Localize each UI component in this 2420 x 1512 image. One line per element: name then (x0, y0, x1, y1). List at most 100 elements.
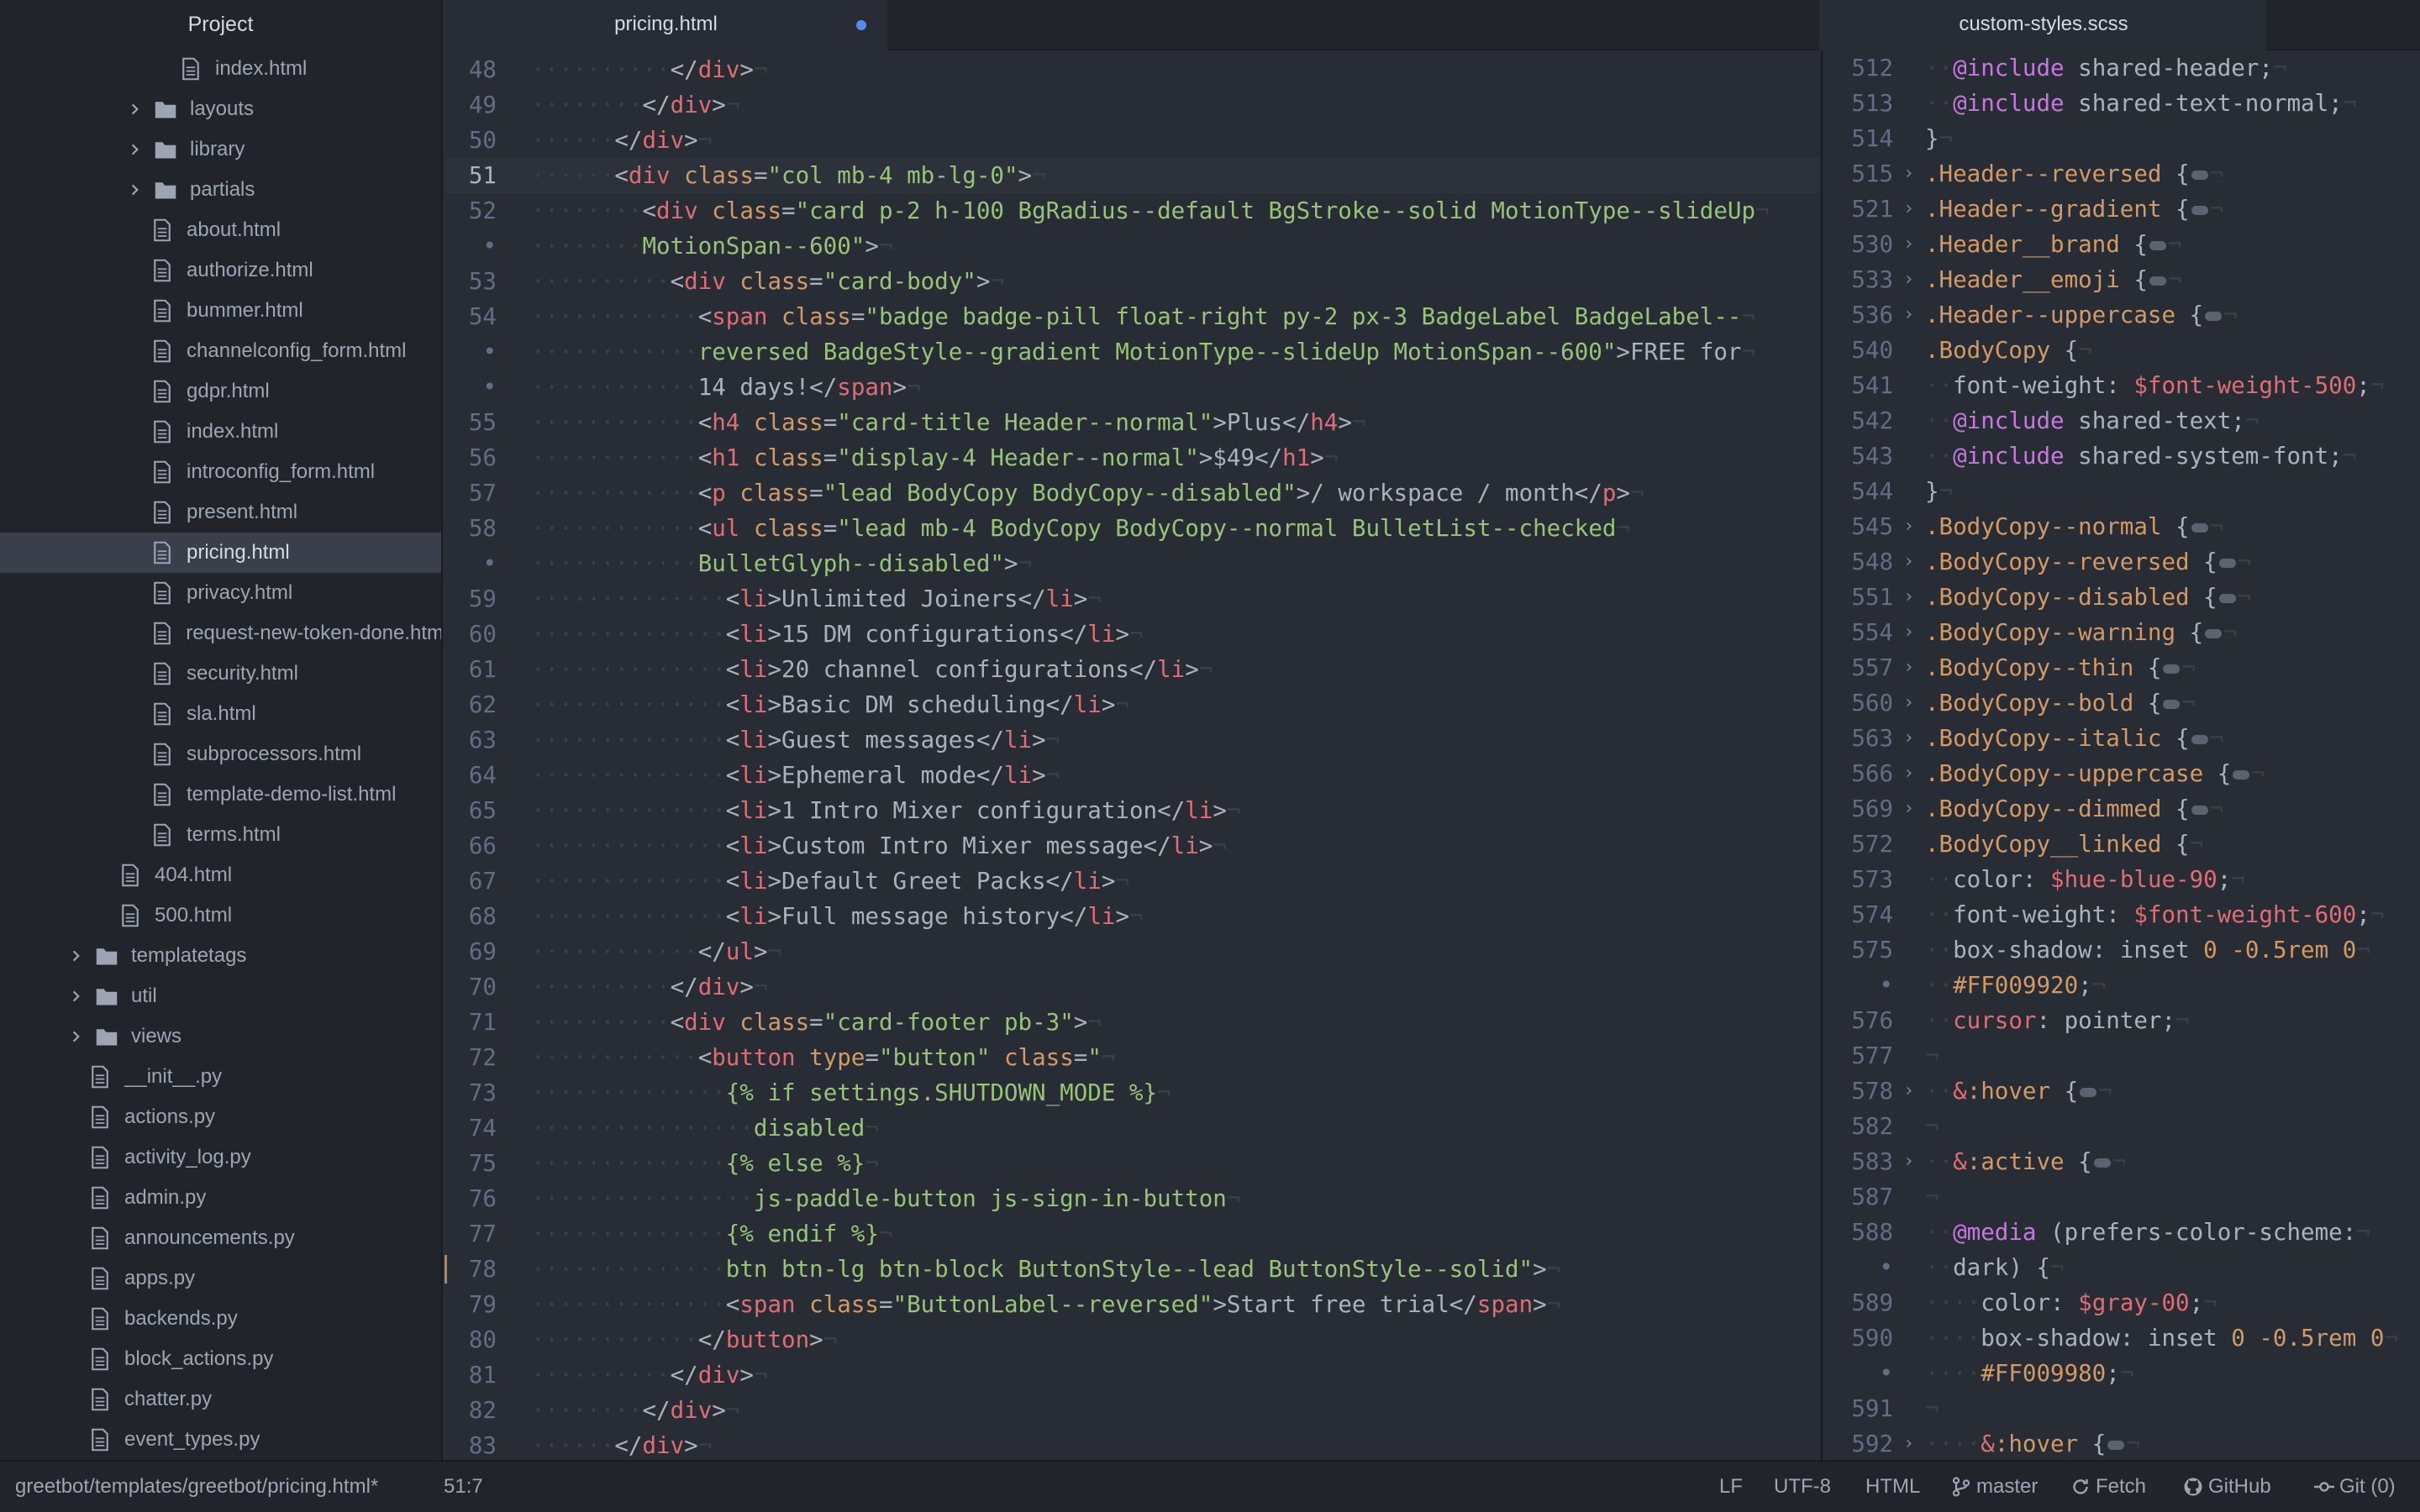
fold-ellipsis-icon[interactable] (2107, 1440, 2125, 1450)
fold-ellipsis-icon[interactable] (2149, 240, 2166, 250)
tree-file[interactable]: block_actions.py (0, 1339, 441, 1379)
fold-ellipsis-icon[interactable] (2191, 205, 2208, 215)
line-number[interactable]: • (1823, 968, 1893, 1003)
line-number[interactable]: 514 (1823, 121, 1893, 156)
line-number[interactable]: 83 (445, 1428, 497, 1460)
tree-file[interactable]: 404.html (0, 855, 441, 895)
line-number[interactable]: 65 (445, 793, 497, 828)
code-line[interactable]: 536 › .Header--uppercase {¬ (1823, 297, 2420, 333)
code-line[interactable]: 545 › .BodyCopy--normal {¬ (1823, 509, 2420, 544)
line-number[interactable]: 569 (1823, 791, 1893, 827)
line-number[interactable]: 542 (1823, 403, 1893, 438)
status-github[interactable]: GitHub (2183, 1462, 2271, 1512)
code-line[interactable]: • ············14 days!</span>¬ (445, 370, 1819, 405)
fold-chevron-icon[interactable]: › (1903, 297, 1914, 333)
line-number[interactable]: • (445, 370, 497, 405)
line-number[interactable]: • (445, 546, 497, 581)
line-number[interactable]: 71 (445, 1005, 497, 1040)
code-line[interactable]: 548 › .BodyCopy--reversed {¬ (1823, 544, 2420, 580)
fold-chevron-icon[interactable]: › (1903, 544, 1914, 580)
code-line[interactable]: 513 ··@include shared-text-normal;¬ (1823, 86, 2420, 121)
tree-file[interactable]: event_types.py (0, 1420, 441, 1460)
code-line[interactable]: 60 ··············<li>15 DM configurations… (445, 617, 1819, 652)
line-number[interactable]: 576 (1823, 1003, 1893, 1038)
tree-file[interactable]: backends.py (0, 1299, 441, 1339)
line-number[interactable]: 69 (445, 934, 497, 969)
line-number[interactable]: 530 (1823, 227, 1893, 262)
fold-chevron-icon[interactable]: › (1903, 262, 1914, 297)
line-number[interactable]: 78 (445, 1252, 497, 1287)
fold-ellipsis-icon[interactable] (2191, 170, 2208, 180)
code-line[interactable]: 51 ······<div class="col mb-4 mb-lg-0">¬ (445, 158, 1819, 193)
tree-file[interactable]: authorize.html (0, 250, 441, 291)
fold-chevron-icon[interactable]: › (1903, 192, 1914, 227)
fold-ellipsis-icon[interactable] (2080, 1087, 2097, 1097)
code-line[interactable]: 589 ····color: $gray-00;¬ (1823, 1285, 2420, 1320)
line-number[interactable]: 76 (445, 1181, 497, 1216)
fold-chevron-icon[interactable]: › (1903, 791, 1914, 827)
chevron-right-icon[interactable] (67, 987, 86, 1005)
fold-chevron-icon[interactable]: › (1903, 227, 1914, 262)
code-line[interactable]: 557 › .BodyCopy--thin {¬ (1823, 650, 2420, 685)
line-number[interactable]: 574 (1823, 897, 1893, 932)
tab-custom-styles-scss[interactable]: custom-styles.scss (1821, 0, 2266, 50)
tree-file[interactable]: activity_log.py (0, 1137, 441, 1178)
code-line[interactable]: 48 ··········</div>¬ (445, 52, 1819, 87)
line-number[interactable]: 61 (445, 652, 497, 687)
code-line[interactable]: 56 ············<h1 class="display-4 Heade… (445, 440, 1819, 475)
line-number[interactable]: 50 (445, 123, 497, 158)
code-line[interactable]: 76 ················js-paddle-button js-si… (445, 1181, 1819, 1216)
code-line[interactable]: 70 ··········</div>¬ (445, 969, 1819, 1005)
line-number[interactable]: 563 (1823, 721, 1893, 756)
code-line[interactable]: 551 › .BodyCopy--disabled {¬ (1823, 580, 2420, 615)
code-line[interactable]: 591 ¬ (1823, 1391, 2420, 1426)
line-number[interactable]: 578 (1823, 1074, 1893, 1109)
status-branch[interactable]: master (1951, 1462, 2038, 1512)
line-number[interactable]: 73 (445, 1075, 497, 1110)
tree-file[interactable]: announcements.py (0, 1218, 441, 1258)
fold-chevron-icon[interactable]: › (1903, 650, 1914, 685)
tree-file[interactable]: introconfig_form.html (0, 452, 441, 492)
fold-ellipsis-icon[interactable] (2218, 558, 2236, 568)
code-line[interactable]: 82 ········</div>¬ (445, 1393, 1819, 1428)
line-number[interactable]: 63 (445, 722, 497, 758)
fold-ellipsis-icon[interactable] (2191, 805, 2208, 815)
line-number[interactable]: 81 (445, 1357, 497, 1393)
line-number[interactable]: 592 (1823, 1426, 1893, 1460)
line-number[interactable]: 587 (1823, 1179, 1893, 1215)
line-number[interactable]: • (445, 334, 497, 370)
code-line[interactable]: 572 .BodyCopy__linked {¬ (1823, 827, 2420, 862)
tree-file[interactable]: __init__.py (0, 1057, 441, 1097)
line-number[interactable]: 64 (445, 758, 497, 793)
line-number[interactable]: 583 (1823, 1144, 1893, 1179)
code-line[interactable]: 64 ··············<li>Ephemeral mode</li>¬ (445, 758, 1819, 793)
fold-ellipsis-icon[interactable] (2191, 522, 2208, 533)
line-number[interactable]: 513 (1823, 86, 1893, 121)
line-number[interactable]: 540 (1823, 333, 1893, 368)
fold-chevron-icon[interactable]: › (1903, 580, 1914, 615)
code-line[interactable]: 582 ¬ (1823, 1109, 2420, 1144)
code-line[interactable]: 57 ············<p class="lead BodyCopy Bo… (445, 475, 1819, 511)
code-line[interactable]: 53 ··········<div class="card-body">¬ (445, 264, 1819, 299)
chevron-right-icon[interactable] (67, 1027, 86, 1046)
code-line[interactable]: 73 ··············{% if settings.SHUTDOWN_… (445, 1075, 1819, 1110)
chevron-right-icon[interactable] (126, 181, 145, 199)
line-number[interactable]: 554 (1823, 615, 1893, 650)
tree-file[interactable]: apps.py (0, 1258, 441, 1299)
line-number[interactable]: 536 (1823, 297, 1893, 333)
code-line[interactable]: 592 › ····&:hover {¬ (1823, 1426, 2420, 1460)
tree-file[interactable]: 500.html (0, 895, 441, 936)
line-number[interactable]: 60 (445, 617, 497, 652)
status-git[interactable]: Git (0) (2314, 1462, 2396, 1512)
tree-file[interactable]: security.html (0, 654, 441, 694)
tree-file[interactable]: template-demo-list.html (0, 774, 441, 815)
code-line[interactable]: 55 ············<h4 class="card-title Head… (445, 405, 1819, 440)
code-line[interactable]: 530 › .Header__brand {¬ (1823, 227, 2420, 262)
code-line[interactable]: 514}¬ (1823, 121, 2420, 156)
code-line[interactable]: 66 ··············<li>Custom Intro Mixer m… (445, 828, 1819, 864)
tree-file[interactable]: present.html (0, 492, 441, 533)
code-line[interactable]: 543 ··@include shared-system-font;¬ (1823, 438, 2420, 474)
code-line[interactable]: 61 ··············<li>20 channel configura… (445, 652, 1819, 687)
line-number[interactable]: 533 (1823, 262, 1893, 297)
line-number[interactable]: 566 (1823, 756, 1893, 791)
